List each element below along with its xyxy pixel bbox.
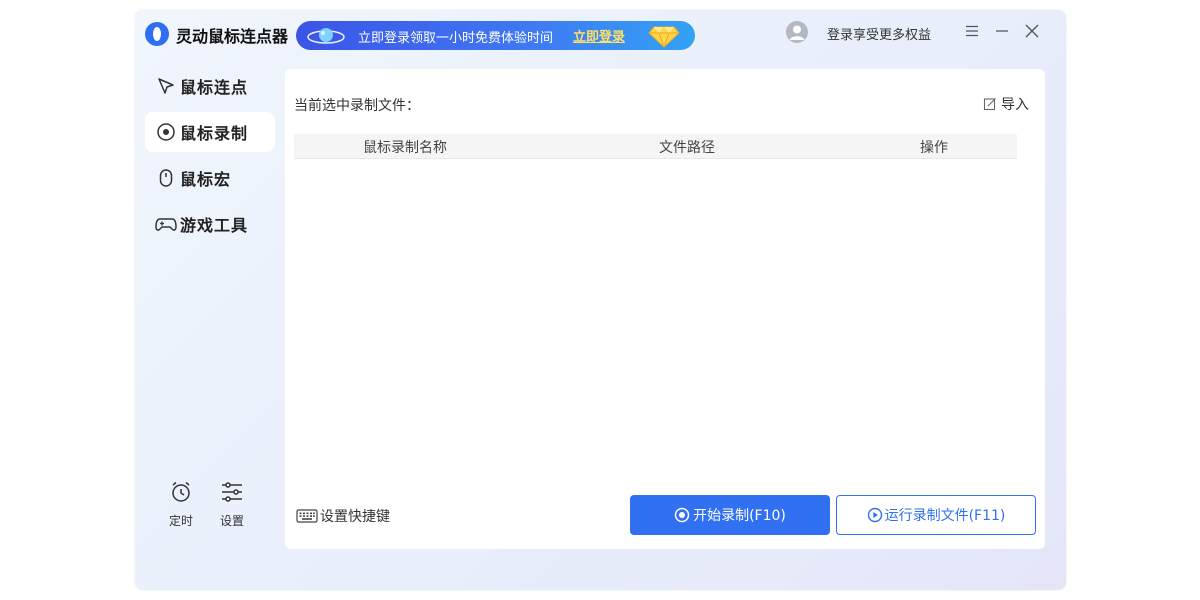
column-header-path: 文件路径 [659,140,715,156]
app-title: 灵动鼠标连点器 [176,27,289,46]
gamepad-icon [155,213,177,235]
alarm-clock-icon [172,481,190,502]
user-icon [789,25,805,40]
sidebar-item-label: 鼠标宏 [180,170,232,189]
keyboard-icon [296,509,318,523]
play-icon [867,507,882,523]
settings-button[interactable]: 设置 [214,480,250,529]
mouse-icon [155,167,177,189]
sidebar-item-mouse-click[interactable]: 鼠标连点 [145,66,275,106]
import-icon [983,98,996,111]
column-header-name: 鼠标录制名称 [363,140,447,156]
timer-button[interactable]: 定时 [163,480,199,529]
sidebar-item-game-tools[interactable]: 游戏工具 [145,204,275,244]
avatar[interactable] [786,21,808,43]
set-shortcut-button[interactable]: 设置快捷键 [296,506,390,526]
recording-table-header: 鼠标录制名称 文件路径 操作 [294,134,1017,159]
timer-label: 定时 [168,514,193,528]
start-recording-label: 开始录制(F10) [693,508,786,524]
shortcut-label: 设置快捷键 [320,509,390,525]
promo-banner[interactable]: 立即登录领取一小时免费体验时间 立即登录 [296,21,695,50]
diamond-icon [648,26,680,48]
current-file-label: 当前选中录制文件： [294,98,420,114]
promo-login-link[interactable]: 立即登录 [573,26,625,45]
menu-icon[interactable] [964,23,980,39]
login-benefits-link[interactable]: 登录享受更多权益 [827,24,931,43]
sliders-icon [222,482,242,502]
record-icon [674,507,690,523]
sidebar-item-label: 游戏工具 [180,216,249,235]
start-recording-button[interactable]: 开始录制(F10) [630,495,830,535]
import-label: 导入 [1001,97,1029,113]
sidebar-item-label: 鼠标录制 [180,124,249,143]
sidebar: 鼠标连点 鼠标录制 鼠标宏 游戏工具 [145,66,275,250]
sidebar-item-label: 鼠标连点 [180,78,249,97]
minimize-icon[interactable] [994,23,1010,39]
column-header-actions: 操作 [920,140,948,156]
sidebar-bottom-tools: 定时 设置 [163,480,253,530]
promo-text: 立即登录领取一小时免费体验时间 [358,31,554,46]
run-recording-file-button[interactable]: 运行录制文件(F11) [836,495,1036,535]
sidebar-item-mouse-macro[interactable]: 鼠标宏 [145,158,275,198]
settings-label: 设置 [219,514,244,528]
main-panel: 当前选中录制文件： 导入 鼠标录制名称 文件路径 操作 设置快捷键 开始录制(F… [285,69,1045,549]
sidebar-item-mouse-record[interactable]: 鼠标录制 [145,112,275,152]
planet-icon [307,28,345,44]
close-icon[interactable] [1024,23,1040,39]
run-recording-label: 运行录制文件(F11) [884,508,1006,524]
record-icon [155,121,177,143]
app-window: 灵动鼠标连点器 立即登录领取一小时免费体验时间 立即登录 登录享受更多权益 鼠标… [135,10,1066,590]
cursor-icon [155,75,177,97]
app-logo-icon [145,22,169,46]
import-button[interactable]: 导入 [983,94,1029,114]
